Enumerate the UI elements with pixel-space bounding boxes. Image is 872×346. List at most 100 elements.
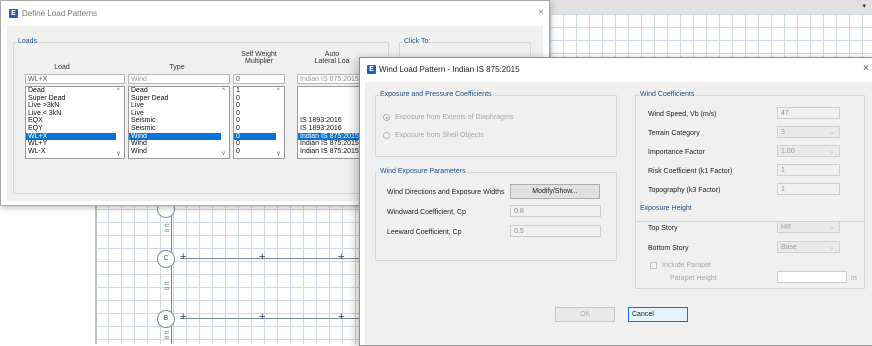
wind-exposure-group-label: Wind Exposure Parameters <box>379 168 467 175</box>
list-item[interactable]: Super Dead <box>26 95 124 103</box>
bottom-story-label: Bottom Story <box>648 245 689 252</box>
list-item[interactable]: WL-X <box>26 148 124 156</box>
dimension-label: 8 ft <box>165 223 172 233</box>
type-list-scrollbar[interactable]: ^ v <box>221 87 229 158</box>
column-header-type: Type <box>169 64 185 71</box>
load-list[interactable]: Dead Super Dead Live >3kN Live < 3kN EQX EQY W… <box>25 86 125 159</box>
topography-factor-label: Topography (k3 Factor) <box>648 187 721 194</box>
list-item[interactable]: IS 1893:2016 <box>298 125 366 133</box>
importance-factor-value: 1.00 <box>781 148 795 155</box>
exposure-height-group-label: Exposure Height <box>639 205 693 212</box>
column-header-lateral-load: Lateral Loa <box>314 58 350 65</box>
gridline-b <box>180 318 360 319</box>
gridline-c <box>180 258 360 259</box>
list-item[interactable]: EQY <box>26 125 124 133</box>
wind-load-pattern-dialog: E Wind Load Pattern - Indian IS 875:2015… <box>359 57 872 346</box>
etabs-app-icon: E <box>9 9 18 18</box>
etabs-app-icon: E <box>367 65 376 74</box>
modify-show-button[interactable]: Modify/Show... <box>510 184 600 199</box>
bottom-story-value: Base <box>781 244 797 251</box>
list-item[interactable]: Wind <box>129 132 229 141</box>
list-item[interactable]: Wind <box>129 140 229 148</box>
window-title: Define Load Patterns <box>22 9 98 18</box>
grid-node: + <box>180 311 187 323</box>
model-view-titlebar: ▾ <box>548 0 872 15</box>
importance-factor-select[interactable]: 1.00 ⌄ <box>777 145 840 157</box>
cancel-button[interactable]: Cancel <box>628 307 688 322</box>
list-item[interactable] <box>298 110 366 118</box>
risk-coefficient-input[interactable]: 1 <box>777 164 840 176</box>
wind-speed-input[interactable]: 47 <box>777 107 840 119</box>
list-item[interactable]: Seismic <box>129 117 229 125</box>
chevron-down-icon: ⌄ <box>829 224 835 231</box>
load-list-scrollbar[interactable]: ^ v <box>116 87 124 158</box>
load-type-select[interactable]: Wind <box>128 74 230 84</box>
top-story-select[interactable]: HR ⌄ <box>777 221 840 233</box>
topography-factor-input[interactable]: 1 <box>777 183 840 195</box>
leeward-coefficient-input[interactable]: 0.5 <box>510 225 601 237</box>
include-parapet-checkbox[interactable] <box>650 262 657 269</box>
exposure-diaphragms-radio[interactable] <box>383 114 390 121</box>
chevron-down-icon: ⌄ <box>829 129 835 136</box>
grid-node: + <box>338 311 345 323</box>
dialog-titlebar[interactable]: E Wind Load Pattern - Indian IS 875:2015… <box>360 58 872 82</box>
close-icon[interactable]: × <box>863 63 869 74</box>
list-item[interactable]: IS 1893:2016 <box>298 117 366 125</box>
list-item[interactable] <box>298 102 366 110</box>
grid-bubble-b[interactable]: B <box>157 310 175 328</box>
leeward-coefficient-label: Leeward Coefficient, Cp <box>387 229 462 236</box>
importance-factor-label: Importance Factor <box>648 149 705 156</box>
list-item[interactable] <box>298 95 366 103</box>
list-item[interactable]: WL+Y <box>26 140 124 148</box>
list-item[interactable]: Live < 3kN <box>26 110 124 118</box>
grid-node: + <box>259 251 266 263</box>
terrain-category-value: 3 <box>781 129 785 136</box>
column-header-multiplier: Multiplier <box>244 58 273 65</box>
list-item[interactable]: Wind <box>129 148 229 156</box>
bottom-story-select[interactable]: Base ⌄ <box>777 241 840 253</box>
list-item[interactable]: Dead <box>26 87 124 95</box>
window-titlebar[interactable]: E Define Load Patterns × <box>1 1 549 25</box>
column-header-load: Load <box>54 64 70 71</box>
grid-node: + <box>180 251 187 263</box>
close-icon[interactable]: × <box>538 7 544 18</box>
dialog-title: Wind Load Pattern - Indian IS 875:2015 <box>379 65 520 74</box>
chevron-down-icon: ⌄ <box>829 148 835 155</box>
terrain-category-label: Terrain Category <box>648 130 700 137</box>
list-item[interactable]: WL+X <box>26 132 124 141</box>
ok-button[interactable]: OK <box>555 307 615 322</box>
list-item[interactable] <box>298 87 366 95</box>
risk-coefficient-label: Risk Coefficient (k1 Factor) <box>648 168 733 175</box>
list-item[interactable]: Indian IS 875:2015 <box>298 148 366 156</box>
auto-lateral-list[interactable]: IS 1893:2016 IS 1893:2016 Indian IS 875:20… <box>297 86 367 159</box>
grid-bubble-c[interactable]: C <box>157 250 175 268</box>
list-item[interactable]: Live <box>129 110 229 118</box>
model-view-dropdown-icon[interactable]: ▾ <box>862 2 866 10</box>
load-type-value: Wind <box>131 76 147 83</box>
load-name-input[interactable]: WL+X <box>25 74 125 84</box>
parapet-height-input[interactable] <box>777 271 847 283</box>
list-item[interactable]: Live >3kN <box>26 102 124 110</box>
dimension-label: 8 ft <box>165 281 172 291</box>
chevron-down-icon: ⌄ <box>829 244 835 251</box>
exposure-diaphragms-label: Exposure from Extents of Diaphragms <box>395 114 514 121</box>
windward-coefficient-input[interactable]: 0.8 <box>510 205 601 217</box>
list-item[interactable]: Indian IS 875:2015 <box>298 140 366 148</box>
list-item[interactable]: Dead <box>129 87 229 95</box>
multiplier-list[interactable]: 1 0 0 0 0 0 0 0 0 ^ v <box>233 86 285 159</box>
list-item[interactable]: Live <box>129 102 229 110</box>
exposure-shell-radio[interactable] <box>383 132 390 139</box>
multiplier-list-scrollbar[interactable]: ^ v <box>276 87 284 158</box>
click-to-label: Click To: <box>403 38 432 45</box>
list-item[interactable]: EQX <box>26 117 124 125</box>
list-item[interactable]: Super Dead <box>129 95 229 103</box>
wind-directions-label: Wind Directions and Exposure Widths <box>387 189 505 196</box>
list-item[interactable]: Indian IS 875:2015 <box>298 132 366 141</box>
windward-coefficient-label: Windward Coefficient, Cp <box>387 209 466 216</box>
exposure-pressure-group-label: Exposure and Pressure Coefficients <box>379 91 493 98</box>
auto-lateral-load-select[interactable]: Indian IS 875:2015 <box>297 74 367 84</box>
terrain-category-select[interactable]: 3 ⌄ <box>777 126 840 138</box>
list-item[interactable]: Seismic <box>129 125 229 133</box>
self-weight-multiplier-input[interactable]: 0 <box>233 74 285 84</box>
type-list[interactable]: Dead Super Dead Live Live Seismic Seismic Wind… <box>128 86 230 159</box>
